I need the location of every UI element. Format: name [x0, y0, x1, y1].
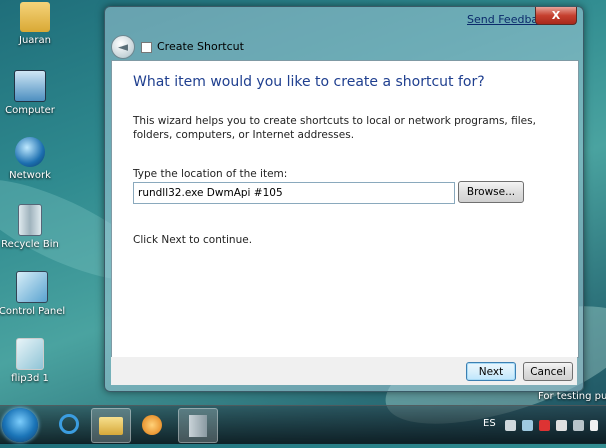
tray-network-icon[interactable]: [505, 420, 516, 431]
control-panel-icon: [16, 271, 48, 303]
back-arrow-icon: ◄: [118, 39, 128, 55]
browse-button[interactable]: Browse...: [458, 181, 524, 203]
taskbar: For testing pur ES: [0, 391, 606, 444]
language-indicator[interactable]: ES: [483, 418, 496, 429]
taskbar-create-shortcut[interactable]: [178, 408, 218, 443]
wizard-description: This wizard helps you to create shortcut…: [133, 115, 536, 141]
tray-security-icon[interactable]: [539, 420, 550, 431]
media-player-icon: [142, 415, 162, 435]
taskbar-internet-explorer[interactable]: [50, 408, 88, 441]
internet-explorer-icon: [59, 414, 79, 434]
location-input[interactable]: [133, 182, 455, 204]
desktop-icon-flip3d[interactable]: flip3d 1: [0, 338, 65, 384]
tray-signal-icon[interactable]: [590, 420, 598, 431]
desktop-icon-label: flip3d 1: [11, 373, 49, 384]
desktop-icon-computer[interactable]: Computer: [0, 70, 65, 116]
shortcut-file-icon: [16, 338, 44, 370]
tray-battery-icon[interactable]: [573, 420, 584, 431]
tray-volume-icon[interactable]: [556, 420, 567, 431]
cancel-button[interactable]: Cancel: [523, 362, 573, 381]
desktop-icon-control-panel[interactable]: Control Panel: [0, 271, 67, 317]
desktop-icon-recycle-bin[interactable]: Recycle Bin: [0, 204, 65, 250]
shortcut-wizard-icon: [141, 42, 152, 53]
taskbar-media-player[interactable]: [133, 408, 171, 441]
continue-hint: Click Next to continue.: [133, 234, 253, 246]
desktop-icon-network[interactable]: Network: [0, 137, 65, 181]
close-icon: X: [551, 9, 561, 22]
testing-watermark: For testing pur: [538, 391, 606, 402]
start-orb-button[interactable]: [2, 408, 38, 442]
computer-icon: [14, 70, 46, 102]
desktop-icon-user-folder[interactable]: Juaran: [0, 2, 70, 46]
desktop-icon-label: Control Panel: [0, 306, 66, 317]
wizard-tool-icon: [189, 415, 207, 437]
wizard-heading: What item would you like to create a sho…: [133, 74, 485, 90]
window-titlebar[interactable]: ◄ Create Shortcut Send Feedback X: [105, 7, 583, 59]
location-label: Type the location of the item:: [133, 168, 288, 180]
network-globe-icon: [15, 137, 45, 167]
recycle-bin-icon: [18, 204, 42, 236]
create-shortcut-window: ◄ Create Shortcut Send Feedback X What i…: [104, 6, 584, 392]
close-button[interactable]: X: [535, 7, 577, 25]
user-folder-icon: [20, 2, 50, 32]
window-title: Create Shortcut: [157, 40, 244, 53]
desktop-icon-label: Network: [9, 170, 51, 181]
desktop-icon-label: Computer: [5, 105, 55, 116]
wizard-content: What item would you like to create a sho…: [111, 60, 579, 358]
next-button[interactable]: Next: [466, 362, 516, 381]
folder-icon: [99, 417, 123, 435]
tray-display-icon[interactable]: [522, 420, 533, 431]
wizard-footer: Next Cancel: [111, 357, 577, 385]
taskbar-explorer[interactable]: [91, 408, 131, 443]
desktop-icon-label: Recycle Bin: [1, 239, 59, 250]
desktop-icon-label: Juaran: [19, 35, 51, 46]
back-button[interactable]: ◄: [111, 35, 135, 59]
